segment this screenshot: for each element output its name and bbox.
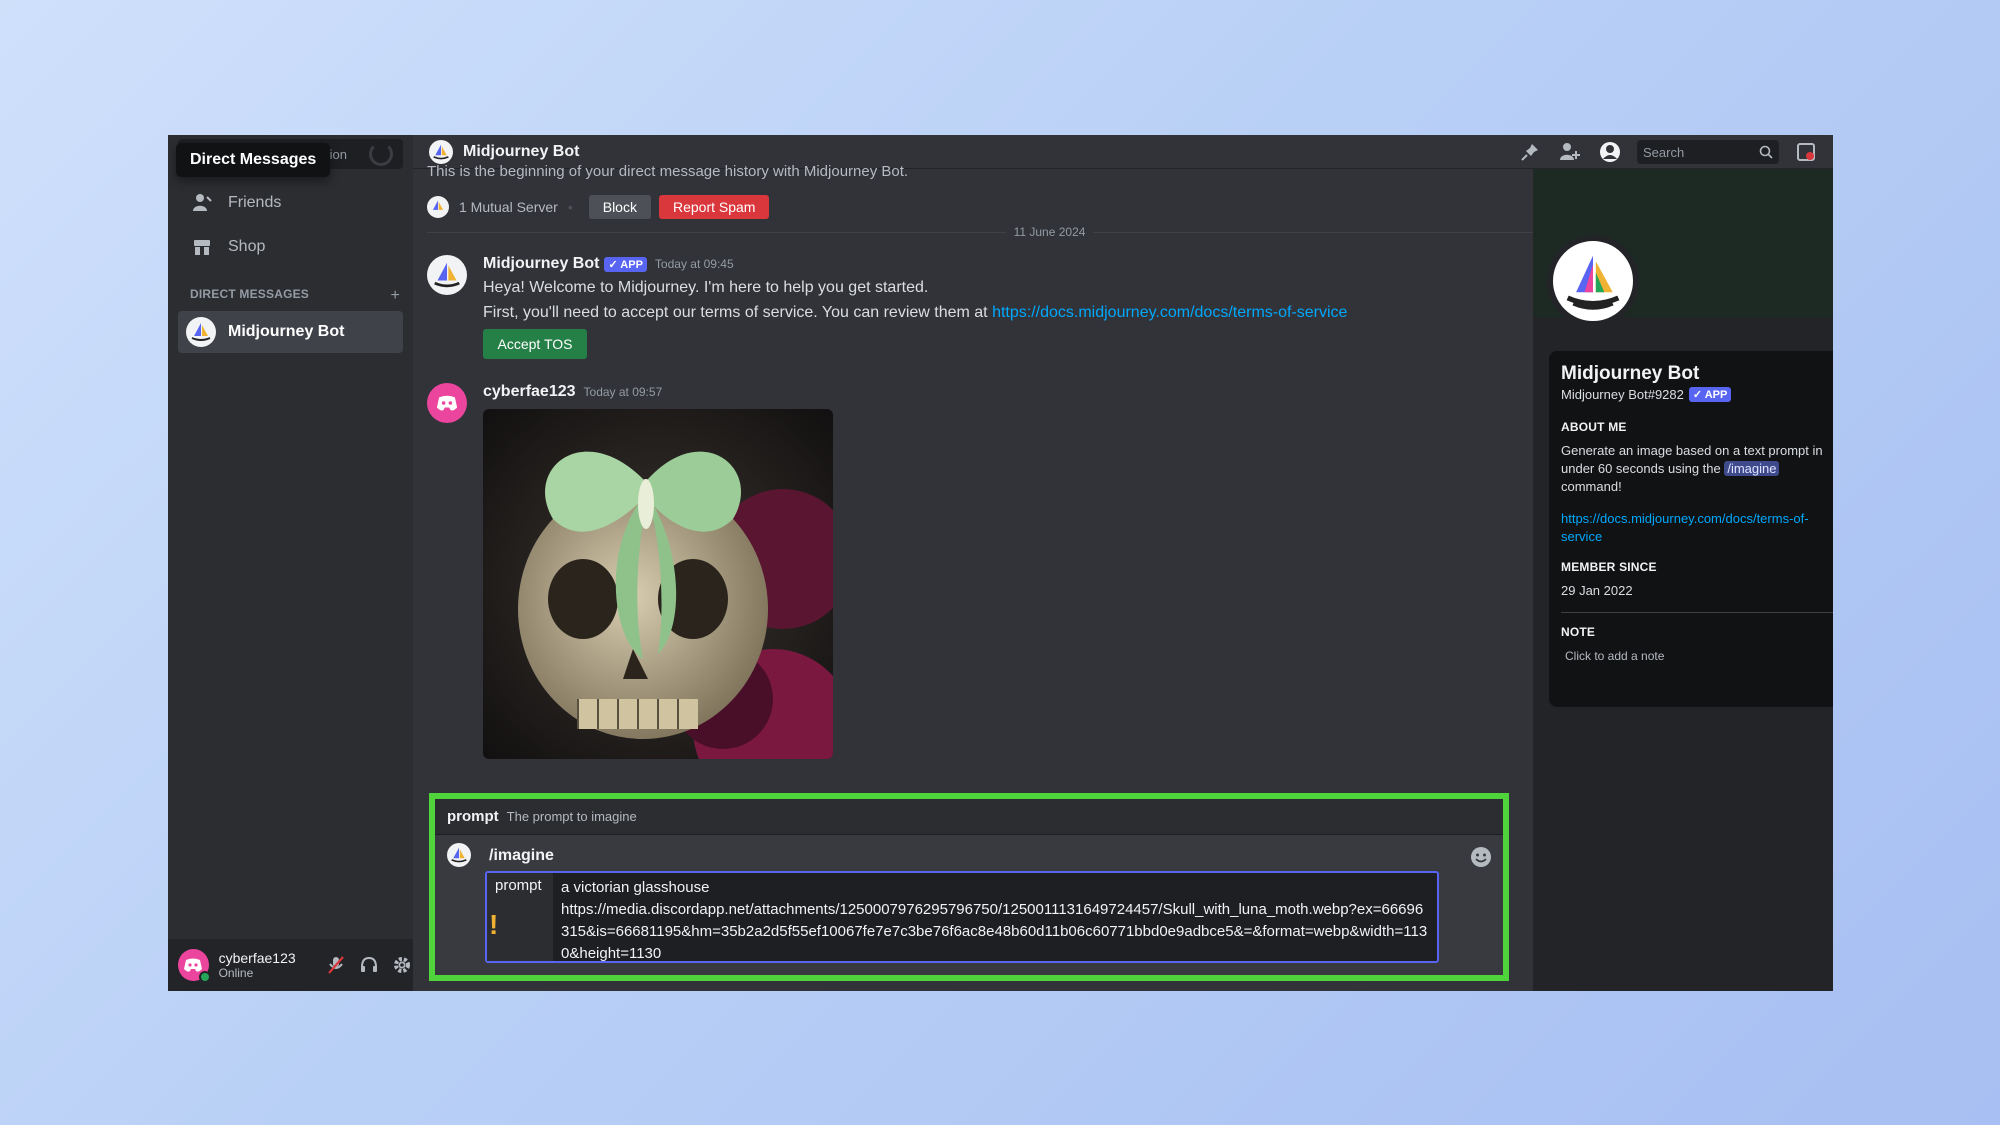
add-friends-to-dm-icon[interactable] <box>1557 139 1583 165</box>
dm-history-intro: This is the beginning of your direct mes… <box>427 163 909 180</box>
message-author[interactable]: cyberfae123 <box>483 383 576 401</box>
user-avatar[interactable] <box>178 949 211 983</box>
about-me-post: command! <box>1561 479 1622 494</box>
user-profile-toggle-icon[interactable] <box>1597 139 1623 165</box>
sidebar: sation Direct Messages Friends Shop DIRE… <box>168 135 413 991</box>
profile-name: Midjourney Bot <box>1561 363 1700 384</box>
member-since-date: 29 Jan 2022 <box>1561 583 1633 598</box>
emoji-icon[interactable] <box>1469 845 1493 869</box>
block-button[interactable]: Block <box>588 195 651 219</box>
dot-separator: • <box>567 199 573 215</box>
sidebar-item-friends[interactable]: Friends <box>178 183 403 223</box>
profile-panel: Midjourney Bot Midjourney Bot#9282 ✓ APP… <box>1533 169 1833 991</box>
skull-luna-moth-image[interactable] <box>483 409 833 759</box>
add-dm-plus-icon[interactable]: + <box>390 287 400 305</box>
about-me-text: Generate an image based on a text prompt… <box>1561 442 1833 496</box>
discord-logo-icon <box>184 958 203 972</box>
message-text: First, you'll need to accept our terms o… <box>483 303 1633 323</box>
friends-icon <box>193 194 212 211</box>
message-header: Midjourney Bot ✓ APP Today at 09:45 <box>483 255 1633 273</box>
pin-icon[interactable] <box>1517 139 1543 165</box>
parameter-value[interactable]: a victorian glasshouse https://media.dis… <box>553 873 1437 962</box>
prompt-text: a victorian glasshouse <box>561 879 710 896</box>
message-text-prefix: First, you'll need to accept our terms o… <box>483 304 993 321</box>
sailboat-avatar-icon <box>447 843 471 867</box>
loading-spinner-icon <box>369 142 393 166</box>
profile-avatar-sailboat-icon[interactable] <box>1547 235 1639 327</box>
dm-item-midjourney-bot[interactable]: Midjourney Bot <box>178 311 403 353</box>
prompt-parameter-input[interactable]: prompt a victorian glasshouse https://me… <box>485 871 1439 963</box>
message-content: cyberfae123 Today at 09:57 <box>483 383 1633 759</box>
report-spam-button[interactable]: Report Spam <box>658 195 770 219</box>
divider-line <box>1561 612 1833 613</box>
profile-card: Midjourney Bot Midjourney Bot#9282 ✓ APP… <box>1549 351 1833 707</box>
search-placeholder: Search <box>1643 144 1685 160</box>
channel-title: Midjourney Bot <box>463 142 580 160</box>
message-text: Heya! Welcome to Midjourney. I'm here to… <box>483 279 929 296</box>
note-title: NOTE <box>1561 625 1596 639</box>
search-input[interactable]: Search <box>1637 140 1779 164</box>
user-status: Online <box>218 966 254 980</box>
dm-item-label: Midjourney Bot <box>228 323 345 340</box>
user-panel: cyberfae123 Online <box>168 939 413 991</box>
user-name: cyberfae123 <box>218 950 296 966</box>
date-divider-label: 11 June 2024 <box>1013 225 1086 239</box>
user-info[interactable]: cyberfae123 Online <box>219 950 315 980</box>
online-status-dot <box>198 971 211 983</box>
sailboat-avatar-icon <box>429 139 453 164</box>
slash-command-composer: prompt The prompt to imagine /imagine pr… <box>429 793 1509 981</box>
app-badge: ✓ APP <box>1688 387 1732 402</box>
command-input-area: /imagine prompt a victorian glasshouse h… <box>435 835 1503 975</box>
profile-terms-link[interactable]: https://docs.midjourney.com/docs/terms-o… <box>1561 510 1833 546</box>
mutual-server-count[interactable]: 1 Mutual Server <box>459 199 558 215</box>
message-author[interactable]: Midjourney Bot <box>483 255 599 273</box>
note-input[interactable]: Click to add a note <box>1561 649 1833 663</box>
direct-messages-tooltip: Direct Messages <box>176 143 331 177</box>
message-header: cyberfae123 Today at 09:57 <box>483 383 1633 401</box>
profile-handle: Midjourney Bot#9282 <box>1561 387 1684 402</box>
mutual-row: 1 Mutual Server • Block Report Spam <box>427 195 770 219</box>
sailboat-avatar-icon <box>186 317 216 347</box>
about-me-pre: Generate an image based on a text prompt… <box>1561 443 1823 476</box>
message-timestamp: Today at 09:45 <box>654 257 734 271</box>
sidebar-item-label: Friends <box>228 194 282 211</box>
member-since-title: MEMBER SINCE <box>1561 560 1657 574</box>
imagine-command-chip[interactable]: /imagine <box>1724 461 1780 476</box>
dm-section-header: DIRECT MESSAGES + <box>190 287 400 305</box>
user-avatar[interactable] <box>427 383 467 423</box>
about-me-title: ABOUT ME <box>1561 420 1627 434</box>
mute-mic-icon[interactable] <box>324 953 347 977</box>
shop-icon <box>194 240 210 255</box>
search-icon <box>1759 145 1773 159</box>
divider-line <box>427 231 1006 233</box>
dm-section-title: DIRECT MESSAGES <box>190 287 310 301</box>
message-content: Midjourney Bot ✓ APP Today at 09:45 Heya… <box>483 255 1633 359</box>
message-timestamp: Today at 09:57 <box>583 385 663 399</box>
profile-handle-row: Midjourney Bot#9282 ✓ APP <box>1561 387 1833 402</box>
sailboat-avatar-icon[interactable] <box>427 255 467 295</box>
terms-link[interactable]: https://docs.midjourney.com/docs/terms-o… <box>992 304 1347 321</box>
app-badge: ✓ APP <box>604 256 647 272</box>
command-option-hint: prompt The prompt to imagine <box>435 799 1503 835</box>
inbox-icon[interactable] <box>1793 139 1819 165</box>
headphones-icon[interactable] <box>357 953 380 977</box>
sidebar-item-shop[interactable]: Shop <box>178 227 403 267</box>
accept-tos-button[interactable]: Accept TOS <box>483 329 587 359</box>
gear-icon[interactable] <box>390 953 413 977</box>
sidebar-item-label: Shop <box>228 238 266 255</box>
warning-icon: ! <box>489 909 499 940</box>
prompt-image-url: https://media.discordapp.net/attachments… <box>561 901 1428 962</box>
option-description: The prompt to imagine <box>506 809 637 824</box>
server-avatar-icon[interactable] <box>427 196 449 218</box>
discord-logo-icon <box>436 395 458 411</box>
command-name: /imagine <box>489 847 554 864</box>
date-divider: 11 June 2024 <box>427 225 1672 239</box>
header-toolbar: Search <box>1503 139 1819 165</box>
option-name: prompt <box>447 808 499 825</box>
